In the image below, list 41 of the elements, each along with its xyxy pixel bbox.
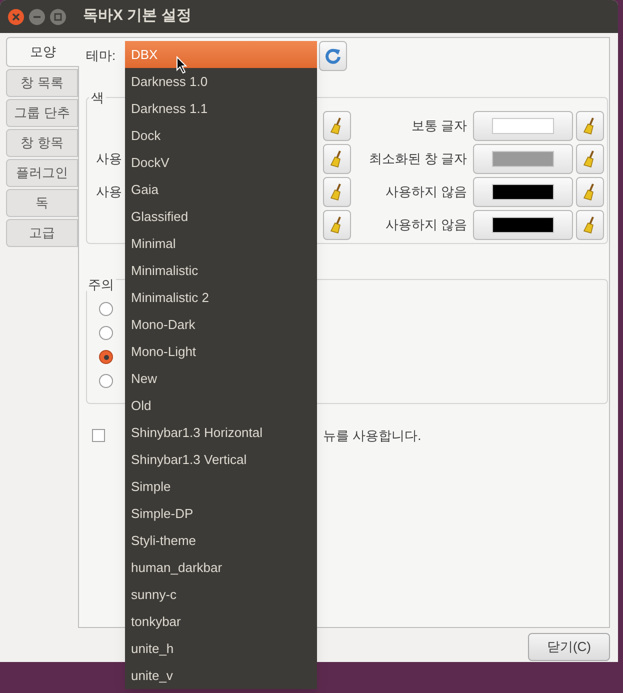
tab[interactable]: 플러그인 [6,159,78,187]
checkbox-label: 뉴를 사용합니다. [323,427,422,445]
tab[interactable]: 독 [6,189,78,217]
menu-item[interactable]: Shinybar1.3 Vertical [125,446,317,473]
tab[interactable]: 그룹 단추 [6,99,78,127]
menu-item[interactable]: Simple-DP [125,500,317,527]
color-label: 사용 [96,151,122,166]
menu-item[interactable]: sunny-c [125,581,317,608]
color-label: 사용하지 않음 [384,216,467,234]
color-label: 보통 글자 [410,117,467,136]
menu-item[interactable]: Darkness 1.1 [125,95,317,122]
menu-item[interactable]: Darkness 1.0 [125,68,317,95]
menu-item[interactable]: Old [125,392,317,419]
color-label: 사용하지 않음 [384,183,467,202]
menu-item[interactable]: Gaia [125,176,317,203]
menu-item[interactable]: human_darkbar [125,554,317,581]
frame-title: 주의 [86,278,116,291]
menu-item[interactable]: Shinybar1.3 Horizontal [125,419,317,446]
close-dialog-button[interactable]: 닫기(C) [528,633,610,661]
menu-item[interactable]: Minimal [125,230,317,257]
window-title: 독바X 기본 설정 [83,6,192,26]
menu-item[interactable]: Glassified [125,203,317,230]
menu-item[interactable]: Mono-Dark [125,311,317,338]
tab[interactable]: 모양 [6,37,79,67]
color-label: 최소화된 창 글자 [368,150,467,168]
menu-item[interactable]: unite_h [125,635,317,662]
menu-item[interactable]: Mono-Light [125,338,317,365]
menu-item[interactable]: Minimalistic [125,257,317,284]
menu-item[interactable]: New [125,365,317,392]
tab[interactable]: 고급 [6,219,78,247]
tab[interactable]: 창 항목 [6,129,78,157]
menu-item[interactable]: tonkybar [125,608,317,635]
color-label: 사용 [96,184,122,199]
menu-item[interactable]: Styli-theme [125,527,317,554]
menu-item[interactable]: Simple [125,473,317,500]
tab[interactable]: 창 목록 [6,69,78,97]
menu-item[interactable]: unite_v [125,662,317,689]
menu-item[interactable]: DockV [125,149,317,176]
menu-item[interactable]: Minimalistic 2 [125,284,317,311]
menu-item[interactable]: Dock [125,122,317,149]
field-label: 테마: [86,48,116,62]
